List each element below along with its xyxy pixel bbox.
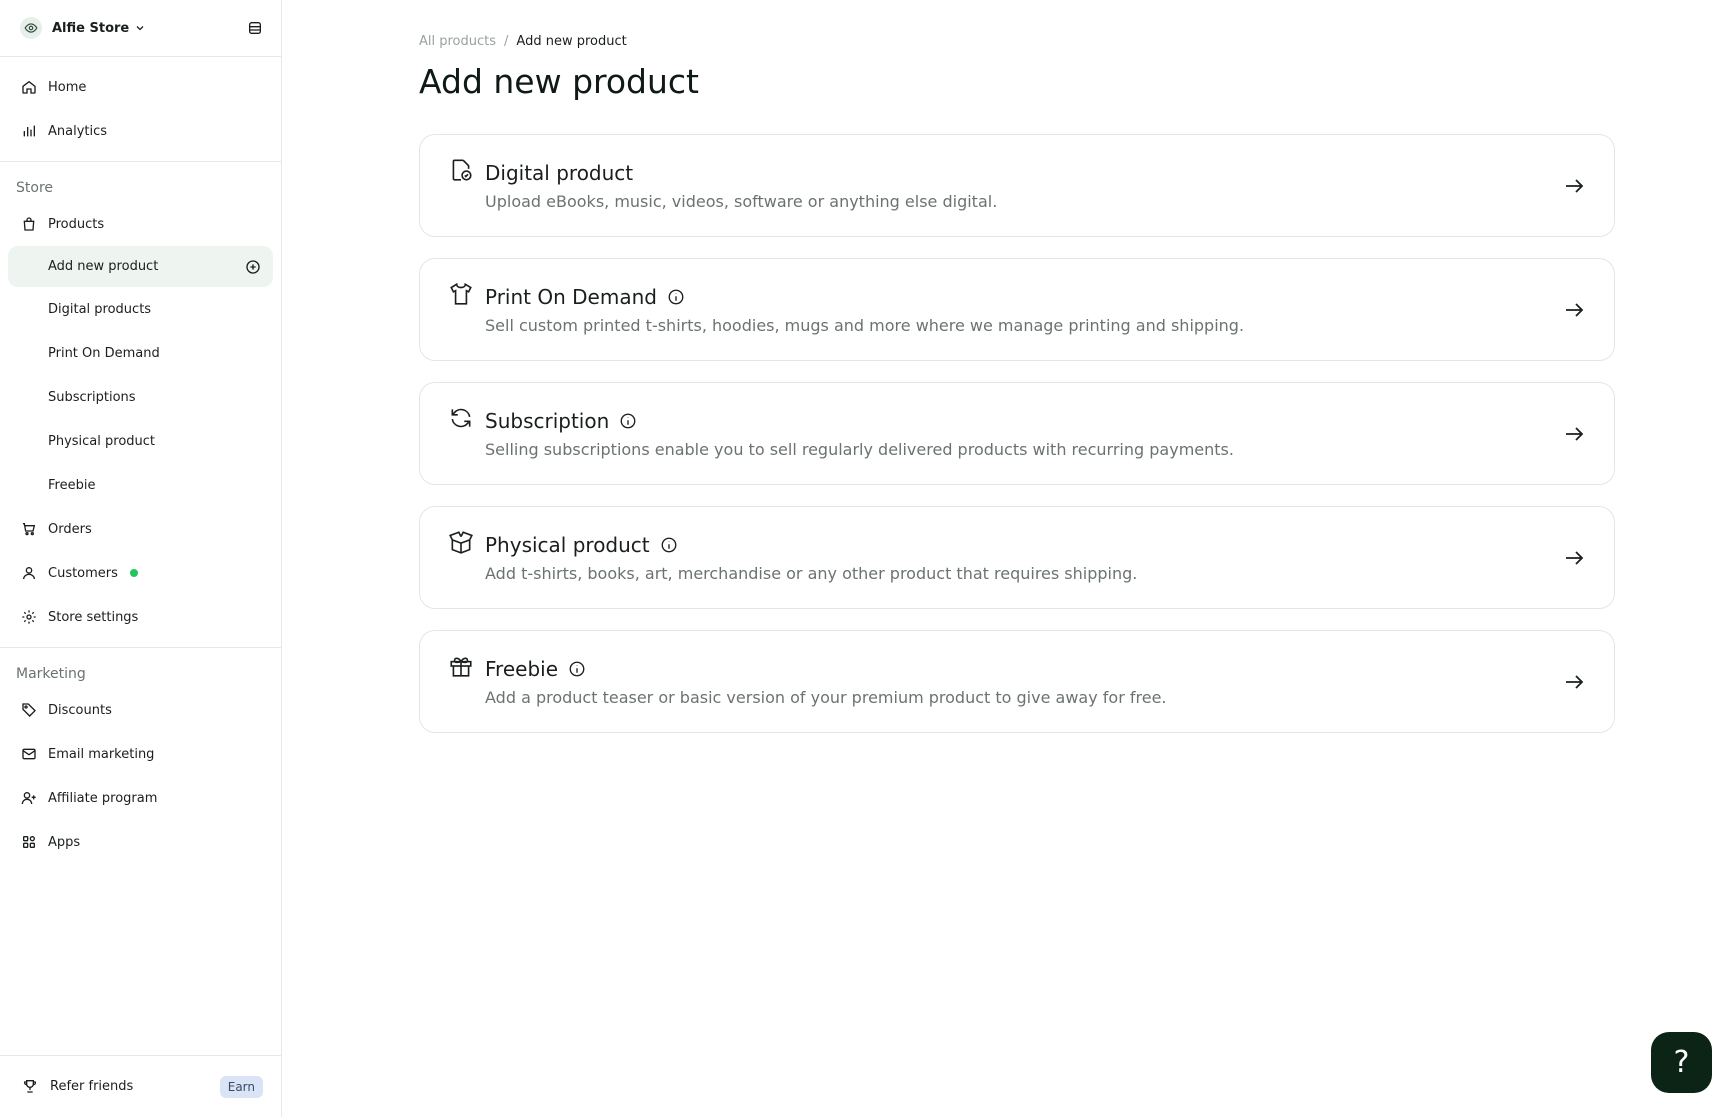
digital-file-icon: [448, 157, 474, 183]
nav-store: Store Products Add new product Digital p…: [0, 162, 281, 648]
sidebar-item-label: Customers: [48, 565, 118, 581]
product-type-list: Digital product Upload eBooks, music, vi…: [419, 134, 1615, 754]
card-description: Sell custom printed t-shirts, hoodies, m…: [485, 315, 1245, 335]
arrow-right-icon: [1562, 546, 1586, 570]
sidebar-subitem-physical-product[interactable]: Physical product: [0, 419, 281, 463]
storefront-icon[interactable]: [247, 20, 263, 36]
gift-icon: [448, 653, 474, 679]
sidebar-item-label: Orders: [48, 521, 92, 537]
card-freebie[interactable]: Freebie Add a product teaser or basic ve…: [419, 630, 1615, 733]
sidebar-item-email-marketing[interactable]: Email marketing: [0, 732, 281, 776]
sidebar-item-label: Products: [48, 216, 105, 232]
card-subscription[interactable]: Subscription Selling subscriptions enabl…: [419, 382, 1615, 485]
sidebar-subitem-label: Subscriptions: [48, 389, 136, 405]
info-icon[interactable]: [667, 288, 685, 306]
mail-icon: [20, 745, 38, 763]
earn-badge: Earn: [219, 1075, 263, 1098]
refer-friends[interactable]: Refer friends Earn: [0, 1055, 281, 1117]
sidebar-item-home[interactable]: Home: [0, 65, 281, 109]
nav-main: Home Analytics: [0, 57, 281, 162]
card-title: Digital product: [485, 160, 634, 185]
breadcrumb-link-all-products[interactable]: All products: [419, 34, 496, 49]
refer-friends-label: Refer friends: [50, 1079, 134, 1094]
sidebar-item-customers[interactable]: Customers: [0, 551, 281, 595]
sidebar-subitem-freebie[interactable]: Freebie: [0, 463, 281, 507]
sidebar: Alfie Store Home Analytics Store Product…: [0, 0, 282, 1117]
breadcrumb-current: Add new product: [516, 34, 627, 49]
store-name: Alfie Store: [52, 20, 130, 36]
gear-icon: [20, 608, 38, 626]
help-button[interactable]: ?: [1651, 1032, 1712, 1093]
info-icon[interactable]: [619, 412, 637, 430]
home-icon: [20, 78, 38, 96]
breadcrumb-separator: /: [504, 34, 509, 49]
plus-circle-icon[interactable]: [245, 259, 261, 275]
sidebar-subitem-label: Print On Demand: [48, 345, 160, 361]
sidebar-item-label: Discounts: [48, 702, 112, 718]
sidebar-item-discounts[interactable]: Discounts: [0, 688, 281, 732]
sidebar-item-label: Email marketing: [48, 746, 155, 762]
user-icon: [20, 564, 38, 582]
card-description: Upload eBooks, music, videos, software o…: [485, 191, 998, 211]
card-title: Subscription: [485, 408, 610, 433]
sidebar-subitem-digital-products[interactable]: Digital products: [0, 287, 281, 331]
card-description: Selling subscriptions enable you to sell…: [485, 439, 1234, 459]
tshirt-icon: [448, 281, 474, 307]
sidebar-item-products[interactable]: Products: [0, 202, 281, 246]
sidebar-subitem-subscriptions[interactable]: Subscriptions: [0, 375, 281, 419]
sidebar-item-analytics[interactable]: Analytics: [0, 109, 281, 153]
store-switcher[interactable]: Alfie Store: [0, 0, 281, 57]
eye-icon: [20, 17, 42, 39]
card-physical-product[interactable]: Physical product Add t-shirts, books, ar…: [419, 506, 1615, 609]
cart-icon: [20, 520, 38, 538]
bar-chart-icon: [20, 122, 38, 140]
sidebar-subitem-label: Digital products: [48, 301, 152, 317]
card-digital-product[interactable]: Digital product Upload eBooks, music, vi…: [419, 134, 1615, 237]
user-plus-icon: [20, 789, 38, 807]
arrow-right-icon: [1562, 298, 1586, 322]
trophy-icon: [22, 1078, 40, 1096]
card-description: Add a product teaser or basic version of…: [485, 687, 1167, 707]
breadcrumb: All products / Add new product: [419, 34, 627, 49]
card-title: Physical product: [485, 532, 650, 557]
arrow-right-icon: [1562, 174, 1586, 198]
card-title: Freebie: [485, 656, 558, 681]
open-box-icon: [448, 529, 474, 555]
card-print-on-demand[interactable]: Print On Demand Sell custom printed t-sh…: [419, 258, 1615, 361]
arrow-right-icon: [1562, 670, 1586, 694]
nav-marketing: Marketing Discounts Email marketing Affi…: [0, 648, 281, 872]
info-icon[interactable]: [660, 536, 678, 554]
sidebar-item-label: Affiliate program: [48, 790, 158, 806]
status-dot: [129, 569, 138, 577]
sidebar-item-label: Home: [48, 79, 87, 95]
page-title: Add new product: [419, 62, 700, 101]
sidebar-subitem-label: Physical product: [48, 433, 156, 449]
sidebar-item-label: Analytics: [48, 123, 108, 139]
apps-grid-icon: [20, 833, 38, 851]
sidebar-subitem-print-on-demand[interactable]: Print On Demand: [0, 331, 281, 375]
arrow-right-icon: [1562, 422, 1586, 446]
sidebar-subitem-label: Freebie: [48, 477, 96, 493]
chevron-down-icon: [134, 22, 146, 34]
sidebar-item-affiliate-program[interactable]: Affiliate program: [0, 776, 281, 820]
sidebar-item-store-settings[interactable]: Store settings: [0, 595, 281, 639]
info-icon[interactable]: [568, 660, 586, 678]
section-label-store: Store: [16, 180, 54, 196]
tag-icon: [20, 701, 38, 719]
sidebar-subitem-label: Add new product: [48, 259, 159, 274]
sidebar-item-apps[interactable]: Apps: [0, 820, 281, 864]
section-label-marketing: Marketing: [16, 666, 86, 682]
refresh-icon: [448, 405, 474, 431]
sidebar-item-orders[interactable]: Orders: [0, 507, 281, 551]
card-description: Add t-shirts, books, art, merchandise or…: [485, 563, 1138, 583]
sidebar-subitem-add-new-product[interactable]: Add new product: [8, 246, 273, 287]
sidebar-item-label: Store settings: [48, 609, 139, 625]
shopping-bag-icon: [20, 215, 38, 233]
card-title: Print On Demand: [485, 284, 657, 309]
sidebar-item-label: Apps: [48, 834, 81, 850]
